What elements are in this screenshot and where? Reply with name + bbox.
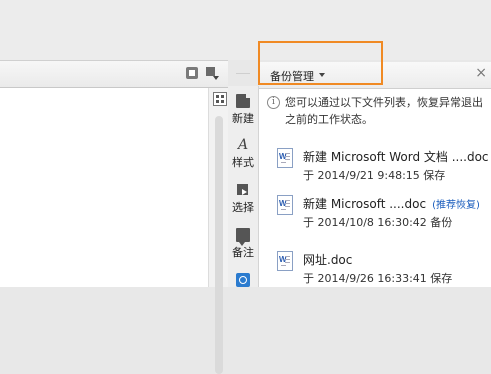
note-icon <box>236 228 250 246</box>
divider <box>236 73 250 74</box>
file-meta: 于 2014/10/8 16:30:42 备份 <box>303 216 453 229</box>
list-item[interactable]: 新建 Microsoft Word 文档 ....doc 于 2014/9/21… <box>259 140 491 190</box>
close-icon[interactable]: × <box>475 66 487 80</box>
word-file-icon <box>277 148 293 168</box>
file-meta: 于 2014/9/26 16:33:41 保存 <box>303 272 453 285</box>
style-icon: A <box>237 137 249 153</box>
sidebar-item-label: 新建 <box>232 112 254 125</box>
vertical-scrollbar[interactable] <box>208 88 229 374</box>
backup-icon <box>236 273 250 287</box>
task-pane-sidebar: 新建 A 样式 选择 备注 <box>228 86 259 287</box>
restore-window-icon[interactable] <box>186 67 198 79</box>
file-name-row: 新建 Microsoft ....doc (推荐恢复) <box>303 195 480 212</box>
sidebar-item-new[interactable]: 新建 <box>228 94 258 126</box>
sidebar-item-label: 样式 <box>232 156 254 169</box>
recommend-restore-link[interactable]: (推荐恢复) <box>432 200 480 211</box>
sidebar-item-backup[interactable] <box>228 273 258 287</box>
document-toolbar <box>0 60 228 88</box>
sidebar-item-label: 选择 <box>232 201 254 214</box>
info-icon: i <box>267 96 280 109</box>
info-text: 您可以通过以下文件列表，恢复异常退出之前的工作状态。 <box>285 96 483 126</box>
sidebar-item-select[interactable]: 选择 <box>228 183 258 215</box>
file-name: 新建 Microsoft Word 文档 ....doc <box>303 150 489 164</box>
file-meta: 于 2014/9/21 9:48:15 保存 <box>303 169 446 182</box>
scrollbar-thumb[interactable] <box>215 116 223 374</box>
highlight-box <box>258 41 383 85</box>
file-name: 网址.doc <box>303 253 353 267</box>
new-doc-icon <box>236 94 250 108</box>
word-file-icon <box>277 251 293 271</box>
list-item[interactable]: 网址.doc 于 2014/9/26 16:33:41 保存 <box>259 243 491 293</box>
file-name: 新建 Microsoft ....doc <box>303 197 427 211</box>
backup-management-panel: 备份管理 × i 您可以通过以下文件列表，恢复异常退出之前的工作状态。 新建 M… <box>259 62 491 287</box>
select-icon <box>236 183 250 197</box>
document-canvas[interactable] <box>0 88 208 287</box>
list-item[interactable]: 新建 Microsoft ....doc (推荐恢复) 于 2014/10/8 1… <box>259 187 491 237</box>
sidebar-item-note[interactable]: 备注 <box>228 228 258 260</box>
split-view-icon[interactable] <box>213 92 227 106</box>
title-bar-area <box>0 0 491 60</box>
sidebar-item-label: 备注 <box>232 246 254 259</box>
sidebar-item-style[interactable]: A 样式 <box>228 138 258 170</box>
pane-menu-icon[interactable] <box>206 67 219 80</box>
word-file-icon <box>277 195 293 215</box>
